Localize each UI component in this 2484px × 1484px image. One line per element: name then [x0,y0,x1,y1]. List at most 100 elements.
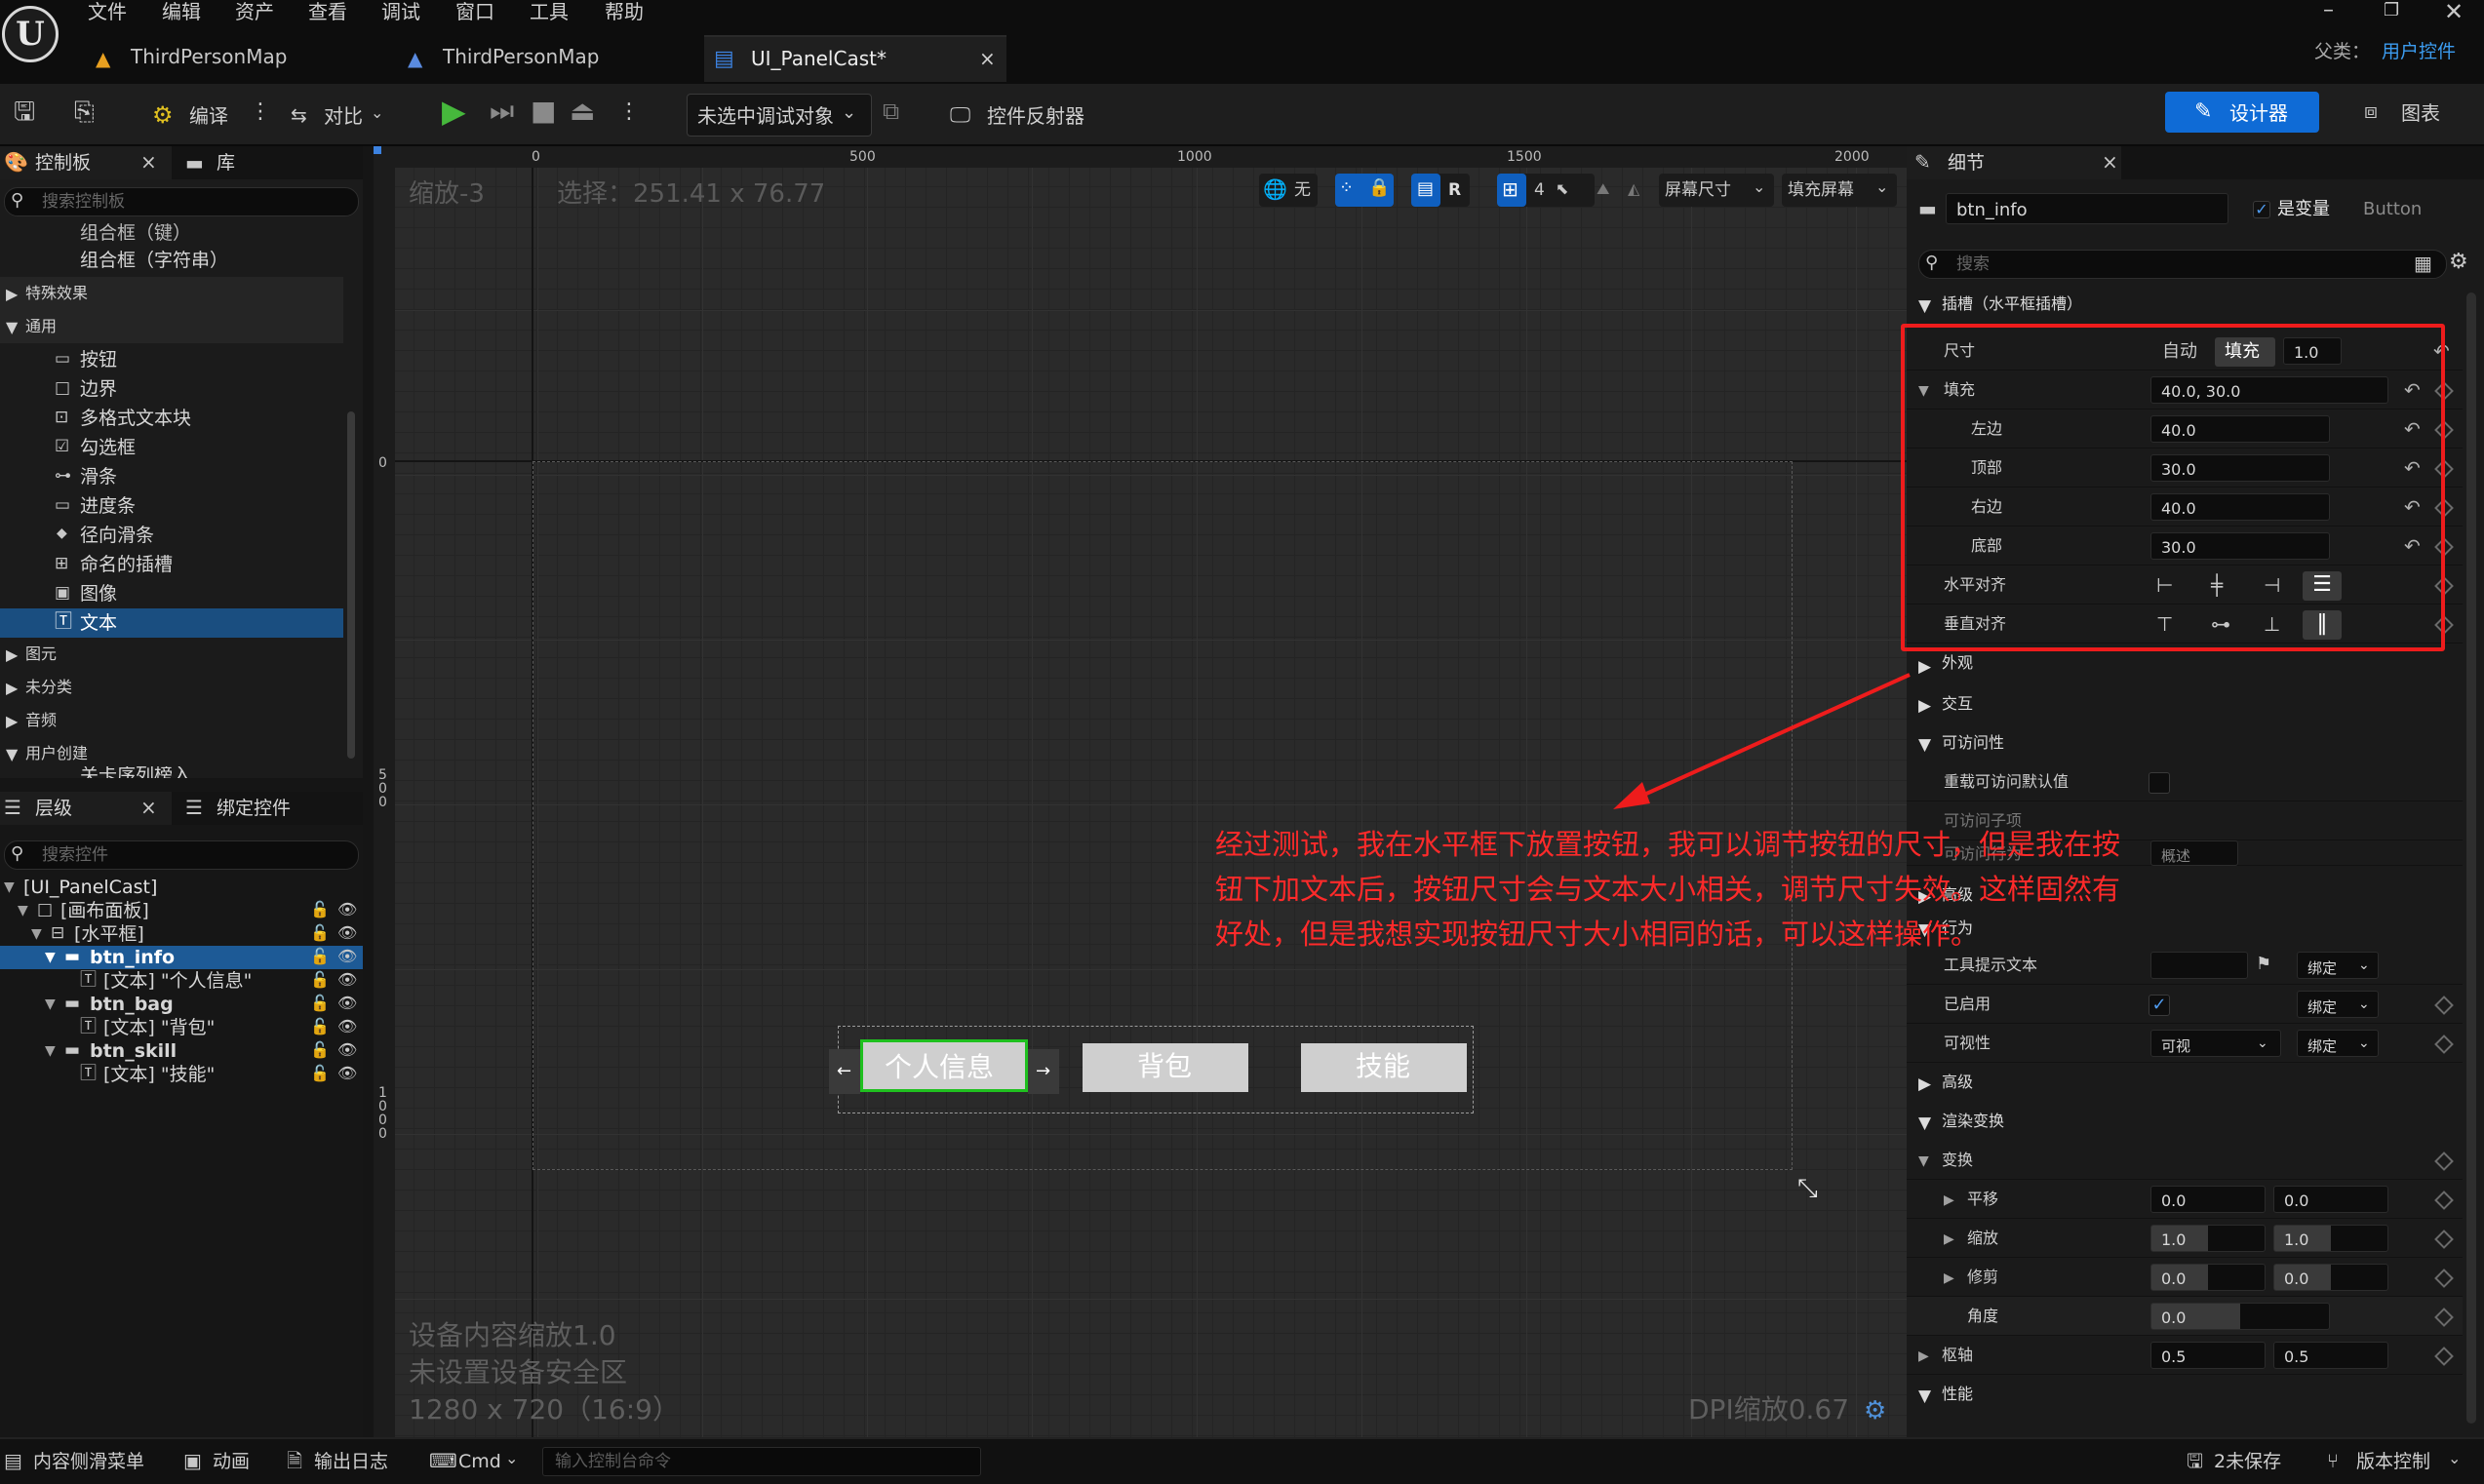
enabled-checkbox[interactable]: ✓ [2149,995,2170,1016]
menu-file[interactable]: 文件 [88,2,127,21]
palette-item-radial-slider[interactable]: ◆ 径向滑条 [0,521,343,550]
palette-item-border[interactable]: □ 边界 [0,374,343,404]
menu-window[interactable]: 窗口 [455,2,494,21]
section-accessibility[interactable]: ▼ 可访问性 [1907,723,2463,762]
keyframe-icon[interactable] [2434,1191,2454,1210]
compile-button[interactable]: ⚙ 编译 [146,94,263,137]
eye-icon[interactable]: 👁 [337,996,357,1011]
tab-third-person-map-1[interactable]: ▲ ThirdPersonMap [88,35,380,82]
output-log-button[interactable]: 🗎 输出日志 [285,1439,402,1484]
widget-reflector-button[interactable]: 🖵 控件反射器 [950,94,1116,137]
keyframe-icon[interactable] [2434,1035,2454,1054]
keyframe-icon[interactable] [2434,1269,2454,1288]
category-uncategorized[interactable]: ▶ 未分类 [0,671,343,704]
palette-scrollbar[interactable] [347,411,355,759]
tree-row-horizontal-box[interactable]: ▼ ⊟ [水平框] 🔓 👁 [0,922,363,946]
menu-debug[interactable]: 调试 [381,2,420,21]
tooltip-field[interactable] [2150,952,2248,979]
lock-icon[interactable]: 🔓 [310,925,330,941]
details-scrollbar[interactable] [2466,293,2476,1424]
tree-row-text-skill[interactable]: 🅃 [文本] "技能" 🔓 👁 [0,1063,363,1086]
save-icon[interactable]: 🖫 [14,99,35,125]
pivot-y-field[interactable]: 0.5 [2273,1342,2388,1369]
pivot-x-field[interactable]: 0.5 [2150,1342,2266,1369]
keyframe-icon[interactable] [2434,1308,2454,1327]
palette-item-progress-bar[interactable]: ▭ 进度条 [0,491,343,521]
category-special-effects[interactable]: ▶ 特殊效果 [0,277,343,310]
shear-x-field[interactable]: 0.0 [2150,1264,2266,1291]
details-search-input[interactable]: ⚲ 搜索 [1918,250,2447,279]
scale-y-field[interactable]: 1.0 [2273,1225,2388,1252]
tab-third-person-map-2[interactable]: ▲ ThirdPersonMap [400,35,692,82]
grid-snap-toggle[interactable]: ⊞ 4 ⬉ [1497,174,1595,207]
tooltip-bind-dropdown[interactable]: 绑定 ⌄ [2297,952,2379,979]
tab-library[interactable]: ▬ 库 [181,146,298,179]
palette-item-rich-text[interactable]: ⊡ 多格式文本块 [0,404,343,433]
tab-hierarchy[interactable]: ☰ 层级 × [0,792,172,825]
category-primitive[interactable]: ▶ 图元 [0,638,343,671]
section-render-transform[interactable]: ▼ 渲染变换 [1907,1102,2463,1141]
menu-asset[interactable]: 资产 [235,2,274,21]
section-interaction[interactable]: ▶ 交互 [1907,684,2463,723]
eye-icon[interactable]: 👁 [337,1019,357,1035]
eye-icon[interactable]: 👁 [337,972,357,988]
eye-icon[interactable]: 👁 [337,1042,357,1058]
eye-icon[interactable]: 👁 [337,902,357,918]
respect-locks-toggle[interactable]: ⁘ 🔒 [1335,174,1394,207]
override-accessible-checkbox[interactable] [2149,772,2170,794]
eye-icon[interactable]: 👁 [337,949,357,964]
close-window-icon[interactable]: ✕ [2444,0,2464,23]
lock-icon[interactable]: 🔓 [310,949,330,964]
eject-icon[interactable]: ⏏ [570,98,595,125]
menu-edit[interactable]: 编辑 [162,2,201,21]
palette-item-named-slot[interactable]: ⊞ 命名的插槽 [0,550,343,579]
eye-icon[interactable]: 👁 [337,1066,357,1081]
palette-search-input[interactable]: ⚲ 搜索控制板 [4,187,359,216]
translation-y-field[interactable]: 0.0 [2273,1186,2388,1213]
palette-item-image[interactable]: ▣ 图像 [0,579,343,608]
hierarchy-search-input[interactable]: ⚲ 搜索控件 [4,840,359,870]
palette-item-checkbox[interactable]: ☑ 勾选框 [0,433,343,462]
lock-icon[interactable]: 🔓 [310,972,330,988]
gear-icon[interactable]: ⚙ [2449,252,2468,273]
eye-icon[interactable]: 👁 [337,925,357,941]
tree-row-text-bag[interactable]: 🅃 [文本] "背包" 🔓 👁 [0,1016,363,1039]
more-options-icon[interactable]: ⋮ [250,101,271,123]
lock-icon[interactable]: 🔓 [310,902,330,918]
console-command-input[interactable]: 输入控制台命令 [542,1447,981,1476]
close-tab-icon[interactable]: × [979,49,996,68]
section-slot[interactable]: ▼ 插槽（水平框插槽） [1907,293,2463,316]
btn-info[interactable]: 个人信息 [860,1039,1028,1092]
close-icon[interactable]: × [140,798,157,817]
tree-row-btn-info[interactable]: ▼ ▬ btn_info 🔓 👁 [0,946,363,969]
translation-x-field[interactable]: 0.0 [2150,1186,2266,1213]
graph-mode-button[interactable]: ⧈ 图表 [2356,92,2464,133]
designer-mode-button[interactable]: ✎ 设计器 [2165,92,2319,133]
cmd-dropdown[interactable]: ⌨ Cmd ⌄ [427,1439,534,1484]
category-audio[interactable]: ▶ 音频 [0,704,343,737]
lock-icon[interactable]: 🔓 [310,1066,330,1081]
browse-icon[interactable]: ⎘ [74,99,95,125]
section-behavior[interactable]: ▼ 行为 [1907,913,2463,946]
close-icon[interactable]: × [140,152,157,172]
tree-row-canvas-panel[interactable]: ▼ □ [画布面板] 🔓 👁 [0,899,363,922]
visibility-dropdown[interactable]: 可视 ⌄ [2150,1030,2281,1057]
btn-bag[interactable]: 背包 [1083,1043,1248,1092]
tab-ui-panelcast[interactable]: ▤ UI_PanelCast* × [704,35,1006,82]
palette-item-button[interactable]: ▭ 按钮 [0,345,343,374]
debug-find-icon[interactable]: ⧉ [883,99,899,123]
mountain-icon[interactable]: ⛰ [1597,181,1609,197]
palette-item-slider[interactable]: ⊶ 滑条 [0,462,343,491]
section-performance[interactable]: ▼ 性能 [1907,1375,2463,1414]
category-user-created[interactable]: ▼ 用户创建 [0,737,343,770]
tree-row-btn-skill[interactable]: ▼ ▬ btn_skill 🔓 👁 [0,1039,363,1063]
palette-item-combobox-string[interactable]: 组合框（字符串） [80,252,228,270]
keyframe-icon[interactable] [2434,1152,2454,1171]
lock-icon[interactable]: 🔓 [310,1019,330,1035]
unreal-logo-icon[interactable]: U [2,6,59,62]
keyframe-icon[interactable] [2434,1230,2454,1249]
section-appearance[interactable]: ▶ 外观 [1907,649,2463,684]
debug-object-dropdown[interactable]: 未选中调试对象 ⌄ [687,94,872,137]
tree-row-btn-bag[interactable]: ▼ ▬ btn_bag 🔓 👁 [0,993,363,1016]
keyframe-icon[interactable] [2434,996,2454,1015]
